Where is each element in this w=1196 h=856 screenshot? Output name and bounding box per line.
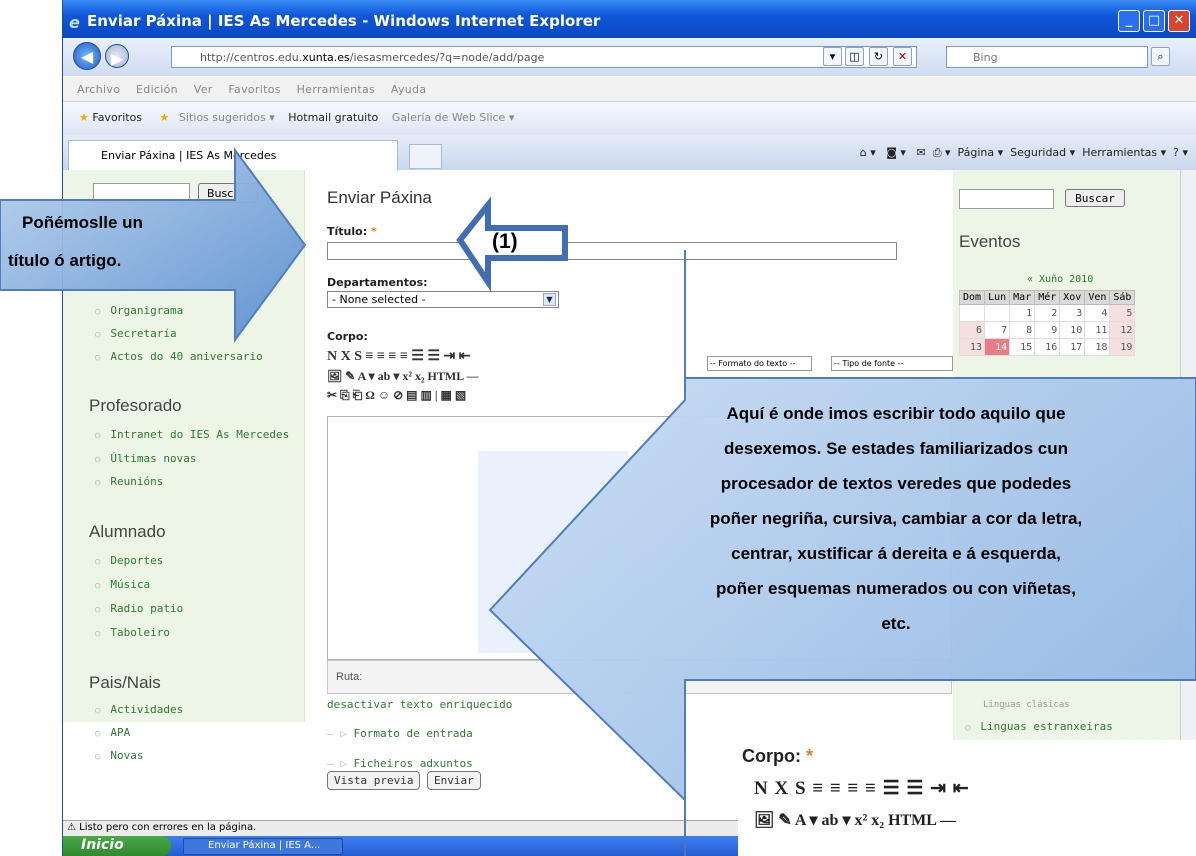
step-marker: (1) xyxy=(492,230,518,253)
zoom-toolbar-row-1: N X S ≡ ≡ ≡ ≡ ☰ ☰ ⇥ ⇤ xyxy=(754,778,970,799)
zoom-body-label: Corpo: * xyxy=(742,746,814,766)
zoom-toolbar-row-2: 🖼 ✎ A ▾ ab ▾ x² x₂ HTML — xyxy=(754,812,957,829)
zoomed-toolbar-inset: Corpo: * N X S ≡ ≡ ≡ ≡ ☰ ☰ ⇥ ⇤ 🖼 ✎ A ▾ a… xyxy=(738,740,1196,856)
left-callout-line-1: Poñémoslle un xyxy=(22,213,143,232)
left-arrow-shape xyxy=(0,146,307,344)
left-callout-line-2: título ó artigo. xyxy=(8,251,122,270)
big-callout-text: Aquí é onde imos escribir todo aquilo qu… xyxy=(709,404,1083,633)
